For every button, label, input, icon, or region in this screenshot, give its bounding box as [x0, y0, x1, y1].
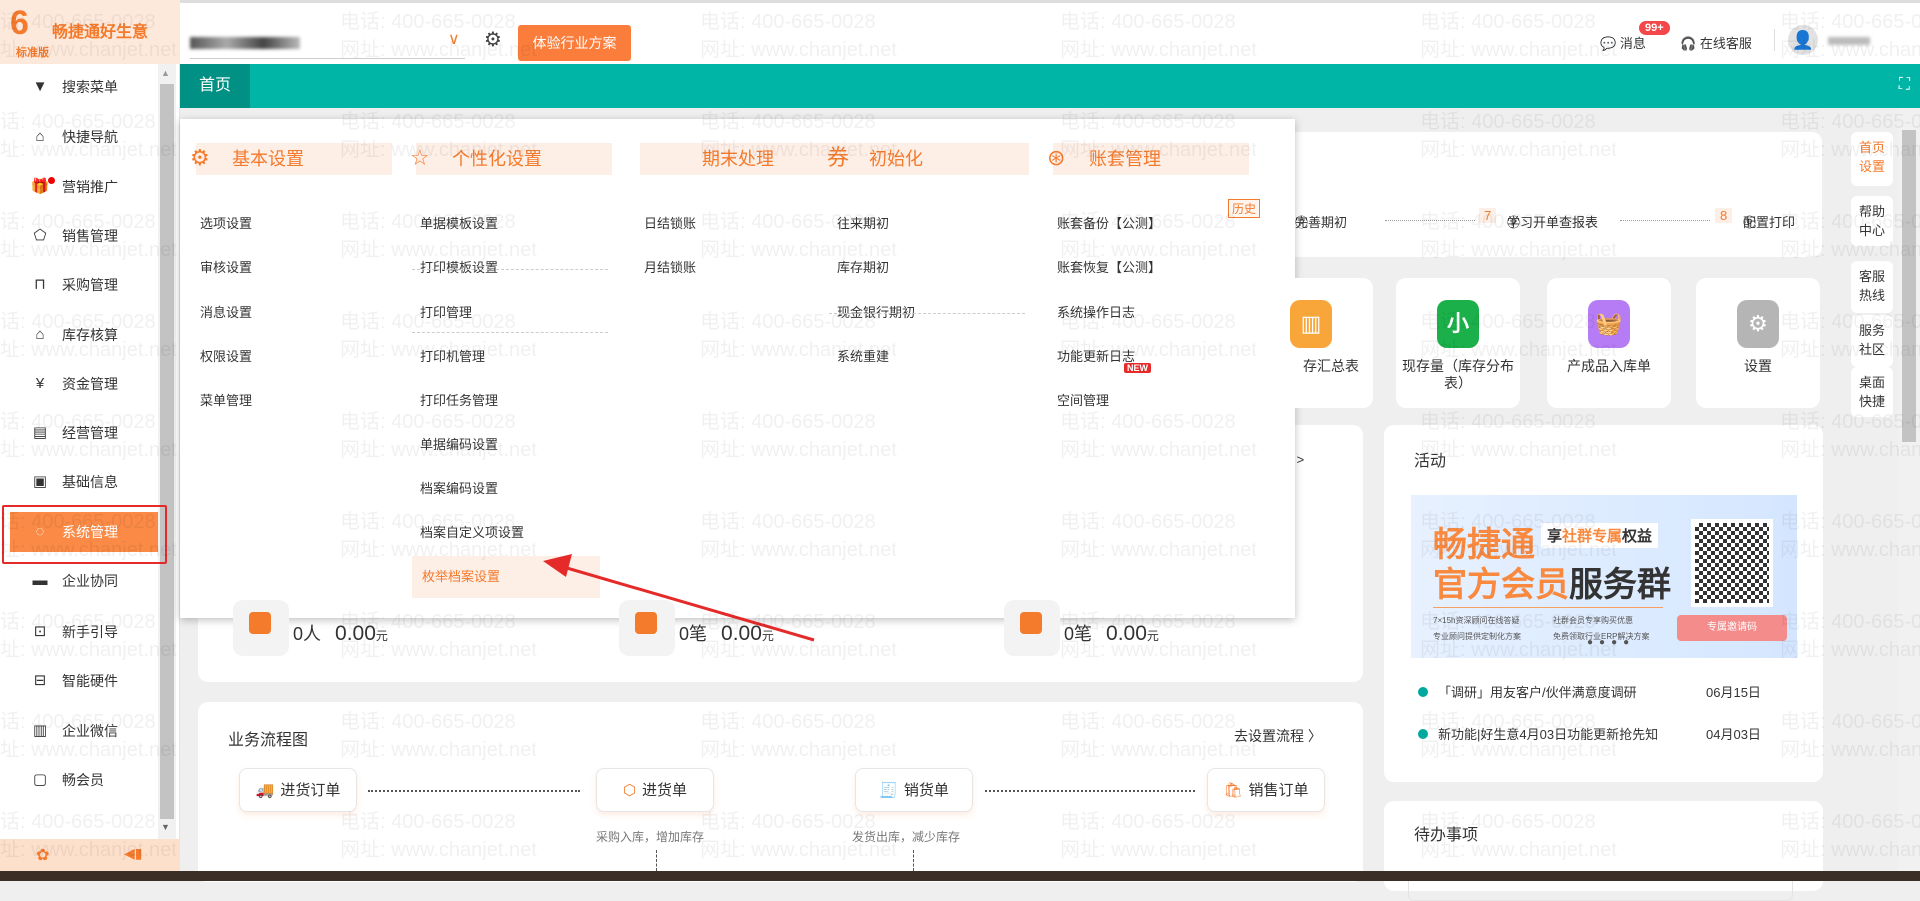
annotation-arrow: [543, 554, 815, 642]
arrow-shaft: [559, 564, 815, 642]
arrow-head: [543, 554, 572, 577]
